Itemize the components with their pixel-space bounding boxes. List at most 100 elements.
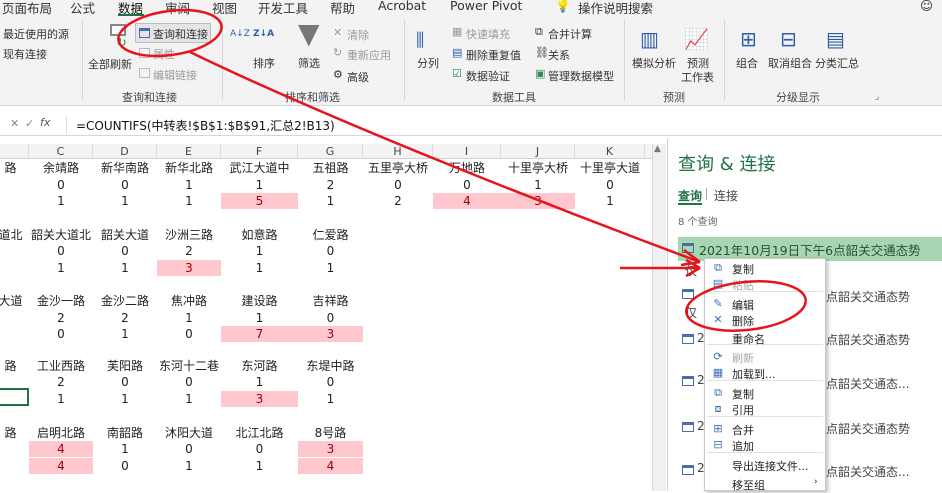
cancel-formula-button[interactable]: ✕ — [10, 117, 19, 130]
subtotal-button[interactable]: 分类汇总 — [815, 55, 859, 71]
count-cell[interactable]: 0 — [221, 441, 298, 457]
menu-item-duplicate[interactable]: 复制 — [732, 386, 754, 402]
forecast-sheet-button-line2[interactable]: 工作表 — [681, 69, 714, 85]
road-name-cell[interactable]: 金沙一路 — [29, 293, 93, 309]
ungroup-button[interactable]: 取消组合 — [768, 55, 812, 71]
road-name-cell[interactable]: 焦冲路 — [157, 293, 221, 309]
count-cell[interactable]: 0 — [93, 243, 157, 259]
count-cell[interactable]: 3 — [221, 391, 298, 407]
count-cell[interactable]: 4 — [29, 458, 93, 474]
insert-function-button[interactable]: fx — [40, 116, 50, 129]
road-name-cell[interactable]: 十里亭大桥 — [501, 160, 575, 176]
count-cell[interactable]: 1 — [221, 177, 298, 193]
count-cell[interactable]: 1 — [298, 260, 363, 276]
count-cell[interactable]: 1 — [93, 260, 157, 276]
column-header[interactable]: F — [221, 144, 298, 159]
sort-za-icon[interactable]: Z↓A — [253, 29, 274, 39]
count-cell[interactable]: 2 — [29, 374, 93, 390]
dialog-launcher-icon[interactable]: ⌟ — [875, 92, 879, 102]
count-cell[interactable]: 1 — [298, 193, 363, 209]
road-name-cell[interactable]: 如意路 — [221, 227, 298, 243]
count-cell[interactable]: 0 — [157, 441, 221, 457]
menu-item-merge[interactable]: 合并 — [732, 422, 754, 438]
road-name-cell[interactable]: 金沙二路 — [93, 293, 157, 309]
count-cell[interactable]: 0 — [29, 326, 93, 342]
menu-item-rename[interactable]: 重命名 — [732, 331, 765, 347]
road-name-cell[interactable]: 道北 — [0, 227, 25, 243]
count-cell[interactable]: 3 — [298, 326, 363, 342]
confirm-formula-button[interactable]: ✓ — [25, 117, 34, 130]
road-name-cell[interactable]: 新华北路 — [157, 160, 221, 176]
user-icon[interactable]: ☺ — [920, 0, 933, 13]
count-cell[interactable]: 1 — [93, 391, 157, 407]
road-name-cell[interactable]: 路 — [0, 425, 25, 441]
query-item-name[interactable]: 点韶关交通态势 — [826, 331, 910, 348]
advanced-button[interactable]: 高级 — [347, 69, 369, 85]
query-item-name[interactable]: 2021年10月19日下午6点韶关交通态势 — [699, 240, 921, 259]
query-item-name[interactable]: 点韶关交通态势 — [826, 288, 910, 305]
count-cell[interactable]: 1 — [93, 193, 157, 209]
count-cell[interactable]: 4 — [29, 441, 93, 457]
count-cell[interactable]: 1 — [501, 177, 575, 193]
tab-view[interactable]: 视图 — [212, 0, 237, 17]
menu-item-paste[interactable]: 粘贴 — [732, 277, 754, 293]
count-cell[interactable]: 1 — [221, 260, 298, 276]
count-cell[interactable]: 0 — [363, 177, 433, 193]
count-cell[interactable]: 4 — [298, 458, 363, 474]
scroll-up-icon[interactable]: ▲ — [654, 144, 661, 154]
count-cell[interactable]: 0 — [93, 458, 157, 474]
column-header[interactable]: J — [501, 144, 575, 159]
column-header[interactable]: G — [298, 144, 363, 159]
count-cell[interactable]: 1 — [298, 391, 363, 407]
road-name-cell[interactable]: 路 — [0, 358, 25, 374]
road-name-cell[interactable]: 沙洲三路 — [157, 227, 221, 243]
count-cell[interactable]: 2 — [298, 177, 363, 193]
count-cell[interactable]: 1 — [221, 243, 298, 259]
count-cell[interactable]: 0 — [298, 374, 363, 390]
count-cell[interactable]: 5 — [221, 193, 298, 209]
vertical-scrollbar[interactable]: ▲ — [652, 144, 666, 491]
tab-formulas[interactable]: 公式 — [70, 0, 95, 17]
count-cell[interactable]: 0 — [157, 326, 221, 342]
count-cell[interactable]: 1 — [575, 193, 645, 209]
relationships-button[interactable]: 关系 — [548, 47, 570, 63]
reapply-button[interactable]: 重新应用 — [347, 47, 391, 63]
data-validation-button[interactable]: 数据验证 — [466, 68, 510, 84]
query-item-name[interactable]: 点韶关交通态势 — [826, 420, 910, 437]
road-name-cell[interactable]: 建设路 — [221, 293, 298, 309]
menu-item-append[interactable]: 追加 — [732, 438, 754, 454]
count-cell[interactable]: 0 — [575, 177, 645, 193]
what-if-analysis-button[interactable]: 模拟分析 — [632, 55, 676, 71]
road-name-cell[interactable]: 韶关大道北 — [29, 227, 93, 243]
sort-button[interactable]: 排序 — [253, 55, 275, 71]
tab-power-pivot[interactable]: Power Pivot — [450, 0, 522, 13]
road-name-cell[interactable]: 万地路 — [433, 160, 501, 176]
count-cell[interactable]: 1 — [29, 391, 93, 407]
count-cell[interactable]: 0 — [29, 177, 93, 193]
tab-developer[interactable]: 开发工具 — [258, 0, 308, 17]
road-name-cell[interactable]: 余靖路 — [29, 160, 93, 176]
column-header[interactable]: K — [575, 144, 645, 159]
query-item-name[interactable]: 点韶关交通态... — [826, 463, 909, 480]
count-cell[interactable]: 2 — [363, 193, 433, 209]
menu-item-reference[interactable]: 引用 — [732, 402, 754, 418]
text-to-columns-button[interactable]: 分列 — [417, 55, 439, 71]
road-name-cell[interactable]: 十里亭大道 — [575, 160, 645, 176]
menu-item-export-connection[interactable]: 导出连接文件... — [732, 458, 809, 474]
count-cell[interactable]: 3 — [157, 260, 221, 276]
count-cell[interactable]: 1 — [29, 260, 93, 276]
road-name-cell[interactable]: 武江大道中 — [221, 160, 298, 176]
count-cell[interactable]: 1 — [157, 310, 221, 326]
refresh-all-button[interactable]: 全部刷新 — [88, 56, 132, 72]
count-cell[interactable]: 2 — [157, 243, 221, 259]
count-cell[interactable]: 0 — [298, 310, 363, 326]
consolidate-button[interactable]: 合并计算 — [548, 26, 592, 42]
existing-connections-button[interactable]: 现有连接 — [3, 46, 47, 62]
road-name-cell[interactable]: 8号路 — [298, 425, 363, 441]
tell-me-search[interactable]: 操作说明搜索 — [578, 0, 653, 17]
road-name-cell[interactable]: 东河路 — [221, 358, 298, 374]
column-header[interactable]: H — [363, 144, 433, 159]
count-cell[interactable]: 3 — [501, 193, 575, 209]
count-cell[interactable]: 4 — [433, 193, 501, 209]
count-cell[interactable]: 1 — [221, 458, 298, 474]
